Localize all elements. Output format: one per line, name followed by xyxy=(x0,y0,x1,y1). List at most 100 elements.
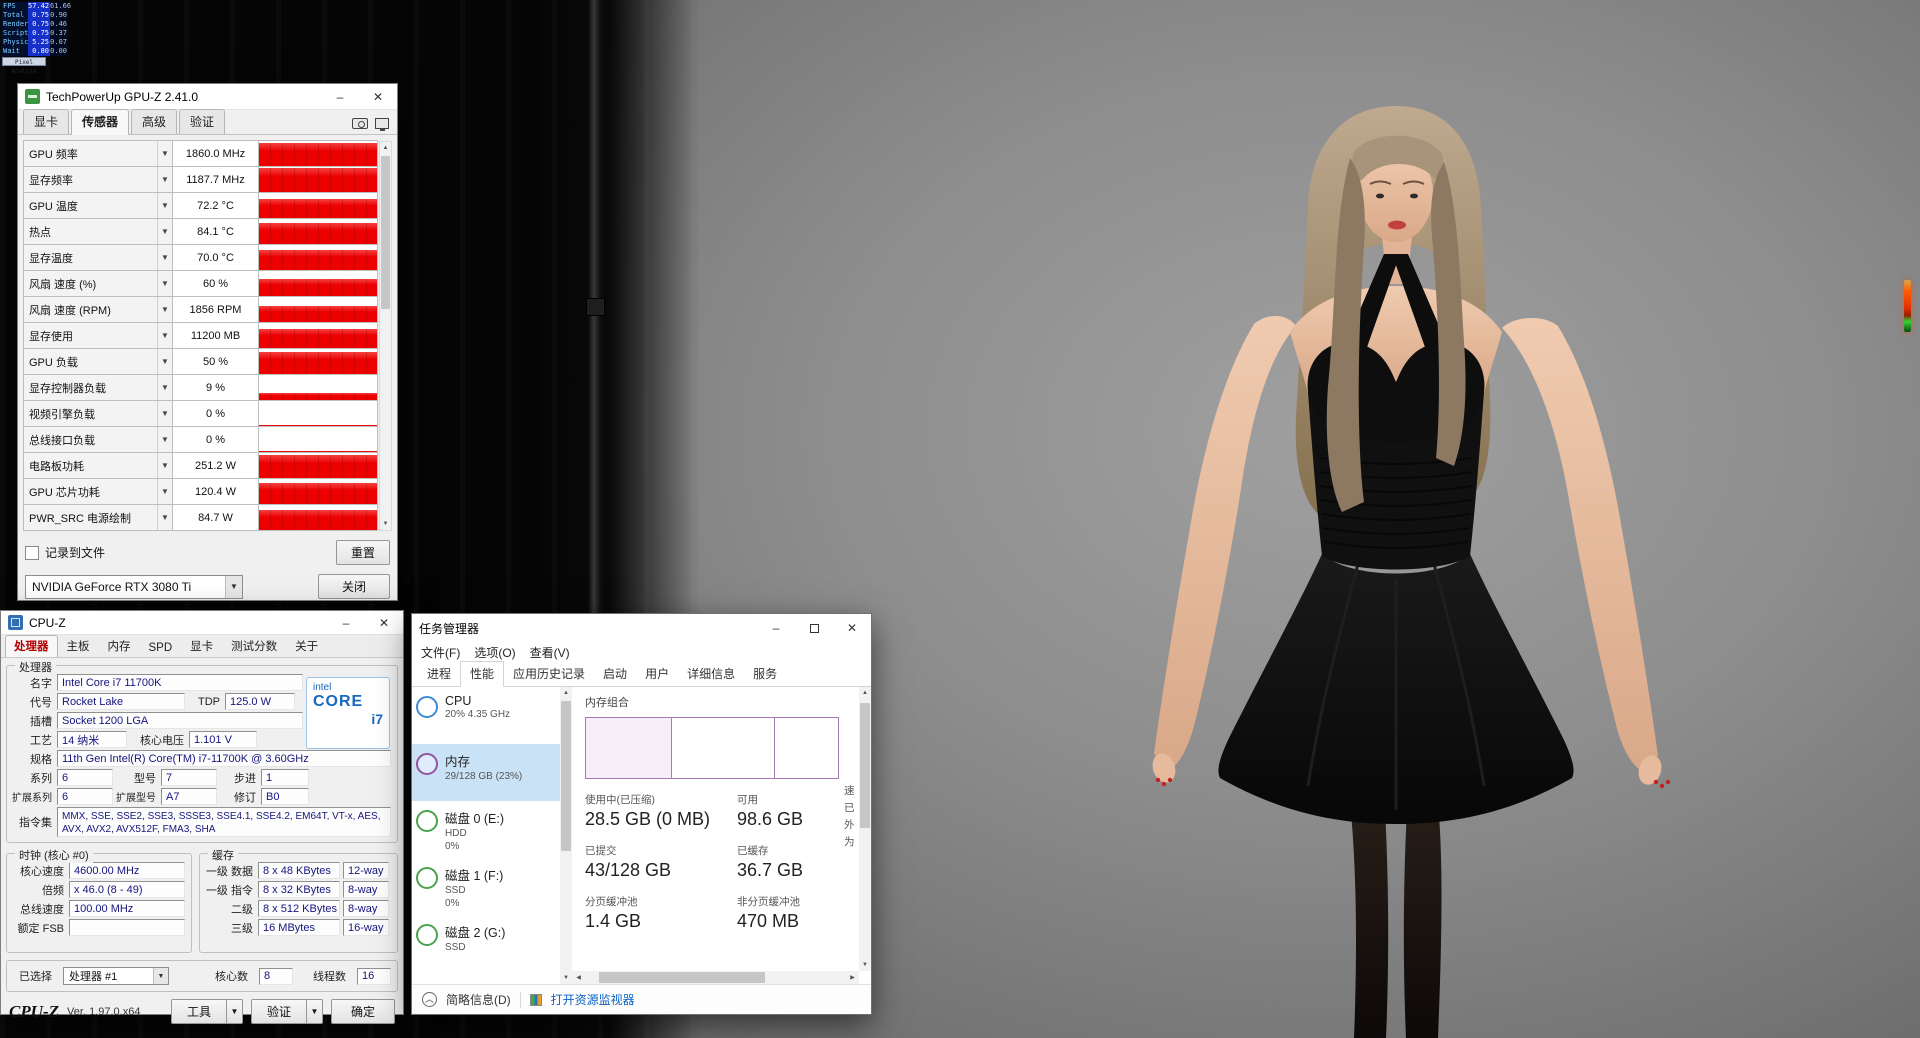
rated-fsb-label: 额定 FSB xyxy=(17,922,64,935)
sidebar-item-cpu[interactable]: CPU 20% 4.35 GHz xyxy=(412,687,560,744)
reset-button[interactable]: 重置 xyxy=(335,540,390,565)
sensor-dropdown[interactable]: 显存使用 ▼ xyxy=(23,322,173,349)
sensor-dropdown[interactable]: 显存温度 ▼ xyxy=(23,244,173,271)
sensor-label: 视频引擎负载 xyxy=(29,408,95,421)
tab-processor[interactable]: 处理器 xyxy=(5,635,58,657)
scroll-up-icon[interactable]: ▲ xyxy=(859,687,871,699)
close-button[interactable]: ✕ xyxy=(359,84,397,109)
sensor-scrollbar[interactable]: ▲ ▼ xyxy=(379,141,392,531)
panel-vertical-scrollbar[interactable]: ▲ ▼ xyxy=(859,687,871,971)
sensor-dropdown[interactable]: 显存控制器负载 ▼ xyxy=(23,374,173,401)
stat-value: 470 MB xyxy=(737,911,800,931)
tab-users[interactable]: 用户 xyxy=(636,662,678,686)
sensor-label: 总线接口负载 xyxy=(29,434,95,447)
tab-about[interactable]: 关于 xyxy=(286,635,327,657)
log-to-file-checkbox[interactable] xyxy=(25,545,39,560)
tab-mainboard[interactable]: 主板 xyxy=(58,635,99,657)
tab-spd[interactable]: SPD xyxy=(140,639,182,657)
processor-select[interactable]: 处理器 #1 ▼ xyxy=(63,967,169,985)
menu-options[interactable]: 选项(O) xyxy=(467,644,522,661)
tab-startup[interactable]: 启动 xyxy=(594,662,636,686)
tab-services[interactable]: 服务 xyxy=(744,662,786,686)
gpu-device-select[interactable]: NVIDIA GeForce RTX 3080 Ti ▼ xyxy=(25,574,243,599)
close-button[interactable]: ✕ xyxy=(833,614,871,642)
tab-bench[interactable]: 测试分数 xyxy=(222,635,286,657)
screenshot-camera-icon[interactable] xyxy=(352,118,368,129)
minimize-button[interactable]: – xyxy=(327,611,365,634)
sensor-dropdown[interactable]: 风扇 速度 (%) ▼ xyxy=(23,270,173,297)
validate-button[interactable]: 验证 xyxy=(251,999,307,1024)
ok-button[interactable]: 确定 xyxy=(331,999,395,1024)
minimize-button[interactable]: – xyxy=(321,84,359,109)
scroll-down-icon[interactable]: ▼ xyxy=(380,518,391,530)
scroll-up-icon[interactable]: ▲ xyxy=(380,142,391,154)
tab-advanced[interactable]: 高级 xyxy=(131,109,178,134)
sidebar-item-disk0[interactable]: 磁盘 0 (E:) HDD 0% xyxy=(412,801,560,858)
tab-memory[interactable]: 内存 xyxy=(99,635,140,657)
sensor-dropdown[interactable]: 电路板功耗 ▼ xyxy=(23,452,173,479)
model-label: 型号 xyxy=(134,772,156,785)
sensor-dropdown[interactable]: GPU 频率 ▼ xyxy=(23,140,173,167)
scroll-down-icon[interactable]: ▼ xyxy=(560,972,572,984)
scroll-right-icon[interactable]: ▶ xyxy=(846,974,859,981)
tab-details[interactable]: 详细信息 xyxy=(678,662,744,686)
sensor-dropdown[interactable]: 风扇 速度 (RPM) ▼ xyxy=(23,296,173,323)
tab-app-history[interactable]: 应用历史记录 xyxy=(504,662,594,686)
sensor-dropdown[interactable]: 视频引擎负载 ▼ xyxy=(23,400,173,427)
close-app-button[interactable]: 关闭 xyxy=(318,574,390,599)
fewer-details-button[interactable]: 简略信息(D) xyxy=(446,991,511,1008)
minimize-button[interactable]: – xyxy=(757,614,795,642)
chevron-down-icon: ▼ xyxy=(157,323,172,348)
stat-label: 已缓存 xyxy=(737,845,769,857)
tools-button[interactable]: 工具 xyxy=(171,999,227,1024)
tab-graphics[interactable]: 显卡 xyxy=(181,635,222,657)
stat-label: 分页缓冲池 xyxy=(585,896,638,908)
sensor-dropdown[interactable]: GPU 负载 ▼ xyxy=(23,348,173,375)
scroll-down-icon[interactable]: ▼ xyxy=(859,959,871,971)
window-icon[interactable] xyxy=(375,118,389,131)
fps-value2: 0.00 xyxy=(50,47,68,56)
tab-performance[interactable]: 性能 xyxy=(460,661,505,687)
chevron-down-icon: ▼ xyxy=(307,999,323,1024)
tools-split-button[interactable]: 工具 ▼ xyxy=(171,999,243,1024)
menu-view[interactable]: 查看(V) xyxy=(523,644,577,661)
sidebar-item-disk2[interactable]: 磁盘 2 (G:) SSD xyxy=(412,915,560,972)
fps-analyze-button[interactable]: Pixel Analyze xyxy=(2,57,46,75)
menu-file[interactable]: 文件(F) xyxy=(414,644,467,661)
sidebar-item-disk1[interactable]: 磁盘 1 (F:) SSD 0% xyxy=(412,858,560,915)
sensor-dropdown[interactable]: 热点 ▼ xyxy=(23,218,173,245)
sensor-dropdown[interactable]: PWR_SRC 电源绘制 ▼ xyxy=(23,504,173,531)
l3-label: 三级 xyxy=(231,922,253,935)
open-resource-monitor-link[interactable]: 打开资源监视器 xyxy=(551,991,635,1008)
tab-processes[interactable]: 进程 xyxy=(418,662,460,686)
close-button[interactable]: ✕ xyxy=(365,611,403,634)
maximize-button[interactable] xyxy=(795,614,833,642)
sidebar-item-memory[interactable]: 内存 29/128 GB (23%) xyxy=(412,744,560,801)
sensor-graph xyxy=(259,218,378,245)
tab-sensors[interactable]: 传感器 xyxy=(71,109,130,135)
chevron-down-icon: ▼ xyxy=(157,271,172,296)
tab-graphics-card[interactable]: 显卡 xyxy=(23,109,70,134)
chevron-down-icon: ▼ xyxy=(157,427,172,452)
sensor-dropdown[interactable]: 显存频率 ▼ xyxy=(23,166,173,193)
panel-horizontal-scrollbar[interactable]: ◀ ▶ xyxy=(572,971,859,984)
package-value: Socket 1200 LGA xyxy=(57,712,303,729)
sensor-dropdown[interactable]: 总线接口负载 ▼ xyxy=(23,426,173,453)
sidebar-item-title: 内存 xyxy=(445,755,471,769)
sensor-graph xyxy=(259,400,378,427)
sensor-dropdown[interactable]: GPU 温度 ▼ xyxy=(23,192,173,219)
sensor-dropdown[interactable]: GPU 芯片功耗 ▼ xyxy=(23,478,173,505)
cpuz-titlebar[interactable]: CPU-Z – ✕ xyxy=(1,611,403,635)
taskmgr-titlebar[interactable]: 任务管理器 – ✕ xyxy=(412,614,871,642)
sensor-row: 热点 ▼ 84.1 °C xyxy=(23,218,378,245)
tab-validation[interactable]: 验证 xyxy=(179,109,226,134)
fps-value2: 0.90 xyxy=(50,11,68,20)
scroll-thumb[interactable] xyxy=(599,972,766,983)
scroll-left-icon[interactable]: ◀ xyxy=(572,974,585,981)
gpuz-titlebar[interactable]: TechPowerUp GPU-Z 2.41.0 – ✕ xyxy=(18,84,397,110)
validate-split-button[interactable]: 验证 ▼ xyxy=(251,999,323,1024)
stat-committed: 已提交 43/128 GB xyxy=(585,843,737,881)
stat-label: 使用中(已压缩) xyxy=(585,794,655,806)
scroll-up-icon[interactable]: ▲ xyxy=(560,687,572,699)
sidebar-scrollbar[interactable]: ▲ ▼ xyxy=(560,687,572,984)
